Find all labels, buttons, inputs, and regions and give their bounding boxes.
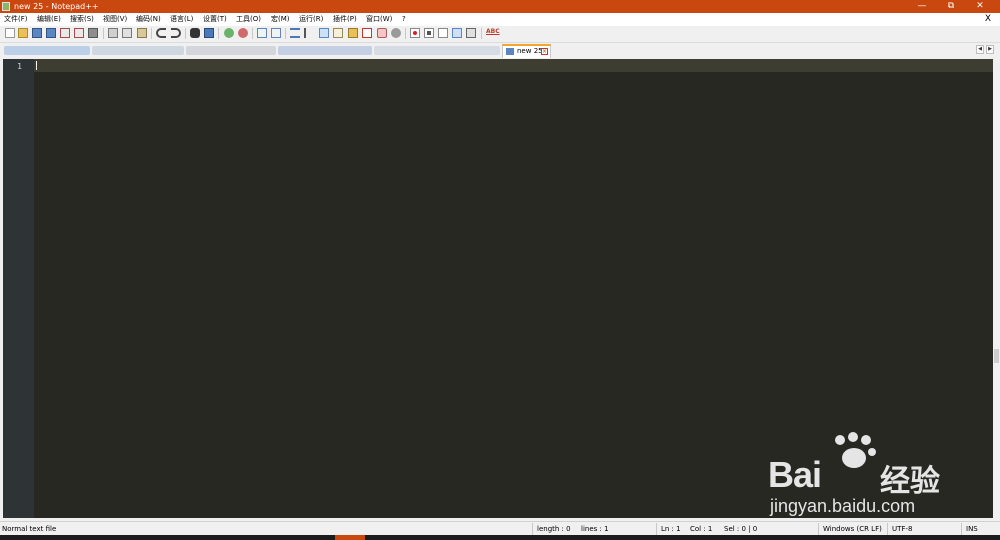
editor-area: 1 (0, 58, 1000, 520)
menu-edit[interactable]: 编辑(E) (37, 15, 61, 24)
title-bar: new 25 - Notepad++ — ⧉ ✕ (0, 0, 1000, 13)
menu-help[interactable]: ? (402, 15, 406, 24)
stop-recording-icon[interactable] (424, 28, 434, 38)
close-button[interactable]: ✕ (966, 0, 994, 13)
tab-label: new 25 (517, 47, 543, 55)
save-icon[interactable] (32, 28, 42, 38)
function-list-icon[interactable] (362, 28, 372, 38)
scrollbar-thumb[interactable] (994, 349, 999, 363)
close-document-button[interactable]: X (985, 14, 991, 25)
toolbar-separator (151, 28, 152, 39)
tab-blurred[interactable] (92, 46, 184, 55)
status-selection: Sel : 0 | 0 (724, 525, 758, 533)
vertical-scrollbar[interactable] (993, 59, 1000, 518)
sync-horizontal-icon[interactable] (271, 28, 281, 38)
status-line-number: Ln : 1 (661, 525, 681, 533)
line-number: 1 (17, 62, 22, 71)
menu-run[interactable]: 运行(R) (299, 15, 323, 24)
play-macro-icon[interactable] (438, 28, 448, 38)
tab-scroll-right-icon[interactable]: ▶ (986, 45, 994, 54)
tab-blurred[interactable] (278, 46, 372, 55)
status-divider (818, 523, 819, 535)
menu-bar: 文件(F) 编辑(E) 搜索(S) 视图(V) 编码(N) 语言(L) 设置(T… (0, 13, 1000, 26)
toolbar-separator (285, 28, 286, 39)
toolbar-separator (252, 28, 253, 39)
folder-as-workspace-icon[interactable] (377, 28, 387, 38)
zoom-in-icon[interactable] (224, 28, 234, 38)
maximize-button[interactable]: ⧉ (937, 0, 965, 13)
current-line-highlight (34, 59, 993, 72)
copy-icon[interactable] (122, 28, 132, 38)
redo-icon[interactable] (171, 28, 181, 38)
menu-view[interactable]: 视图(V) (103, 15, 127, 24)
sync-vertical-icon[interactable] (257, 28, 267, 38)
status-divider (656, 523, 657, 535)
tab-bar: new 25 × ◀ ▶ (0, 43, 1000, 59)
show-all-characters-icon[interactable] (304, 28, 314, 38)
status-lines: lines : 1 (581, 525, 609, 533)
print-icon[interactable] (88, 28, 98, 38)
spell-check-icon[interactable]: ABC (486, 28, 500, 38)
status-bar: Normal text file length : 0 lines : 1 Ln… (0, 521, 1000, 536)
status-insert-mode[interactable]: INS (966, 524, 978, 534)
tab-close-icon[interactable]: × (541, 48, 548, 55)
find-icon[interactable] (190, 28, 200, 38)
zoom-out-icon[interactable] (238, 28, 248, 38)
menu-language[interactable]: 语言(L) (170, 15, 193, 24)
monitoring-icon[interactable] (391, 28, 401, 38)
tab-blurred[interactable] (186, 46, 276, 55)
status-encoding[interactable]: UTF-8 (892, 524, 912, 534)
toolbar-separator (481, 28, 482, 39)
toolbar-separator (405, 28, 406, 39)
indent-guide-icon[interactable] (319, 28, 329, 38)
menu-plugins[interactable]: 插件(P) (333, 15, 357, 24)
new-file-icon[interactable] (5, 28, 15, 38)
tab-new-25[interactable]: new 25 × (502, 44, 551, 58)
document-map-icon[interactable] (348, 28, 358, 38)
tab-blurred[interactable] (4, 46, 90, 55)
save-macro-icon[interactable] (466, 28, 476, 38)
text-caret (36, 61, 37, 70)
undo-icon[interactable] (156, 28, 166, 38)
status-divider (532, 523, 533, 535)
menu-tools[interactable]: 工具(O) (236, 15, 261, 24)
replace-icon[interactable] (204, 28, 214, 38)
paste-icon[interactable] (137, 28, 147, 38)
menu-file[interactable]: 文件(F) (4, 15, 28, 24)
menu-encoding[interactable]: 编码(N) (136, 15, 161, 24)
run-macro-multiple-icon[interactable] (452, 28, 462, 38)
menu-window[interactable]: 窗口(W) (366, 15, 392, 24)
close-all-icon[interactable] (74, 28, 84, 38)
status-divider (887, 523, 888, 535)
word-wrap-icon[interactable] (290, 28, 300, 38)
record-macro-icon[interactable] (410, 28, 420, 38)
taskbar-active-app[interactable] (335, 535, 365, 540)
close-file-icon[interactable] (60, 28, 70, 38)
toolbar-separator (103, 28, 104, 39)
tab-blurred[interactable] (374, 46, 500, 55)
window-title: new 25 - Notepad++ (14, 2, 99, 11)
notepad-app-icon[interactable] (2, 2, 10, 11)
menu-settings[interactable]: 设置(T) (203, 15, 227, 24)
status-eol[interactable]: Windows (CR LF) (823, 524, 882, 534)
cut-icon[interactable] (108, 28, 118, 38)
menu-macro[interactable]: 宏(M) (271, 15, 290, 24)
os-taskbar (0, 535, 1000, 540)
toolbar: ABC (0, 26, 1000, 43)
status-column: Col : 1 (690, 525, 713, 533)
status-length: length : 0 (537, 525, 571, 533)
define-language-icon[interactable] (333, 28, 343, 38)
minimize-button[interactable]: — (908, 0, 936, 13)
toolbar-separator (218, 28, 219, 39)
menu-search[interactable]: 搜索(S) (70, 15, 94, 24)
tab-scroll-left-icon[interactable]: ◀ (976, 45, 984, 54)
line-number-gutter: 1 (3, 59, 34, 518)
save-all-icon[interactable] (46, 28, 56, 38)
open-file-icon[interactable] (18, 28, 28, 38)
toolbar-separator (185, 28, 186, 39)
unsaved-file-icon (506, 48, 514, 55)
text-editor[interactable] (34, 59, 993, 518)
status-file-type: Normal text file (2, 525, 57, 533)
status-divider (961, 523, 962, 535)
